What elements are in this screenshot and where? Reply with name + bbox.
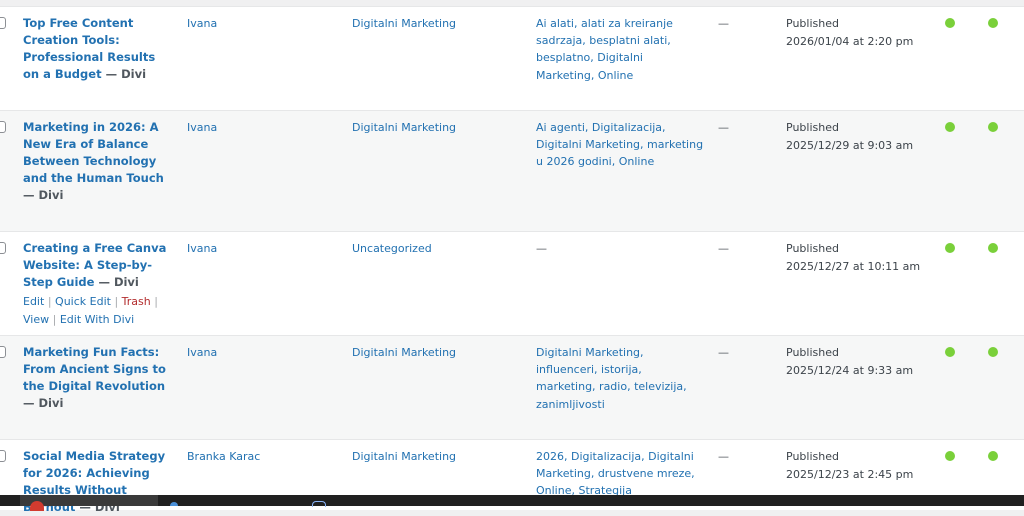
post-author-link[interactable]: Ivana: [187, 119, 337, 136]
seo-status-icon: [945, 122, 955, 132]
post-author-link[interactable]: Ivana: [187, 240, 337, 257]
post-date-value: 2025/12/29 at 9:03 am: [786, 138, 914, 152]
post-comments: —: [718, 121, 729, 134]
post-date: Published 2025/12/23 at 2:45 pm: [786, 448, 936, 483]
separator: |: [154, 295, 158, 308]
post-state: — Divi: [98, 275, 139, 289]
post-category-link[interactable]: Digitalni Marketing: [352, 448, 522, 465]
post-title-link[interactable]: Creating a Free Canva Website: A Step-by…: [23, 240, 175, 291]
quick-edit-link[interactable]: Quick Edit: [55, 295, 111, 308]
post-comments: —: [718, 17, 729, 30]
edit-with-divi-link[interactable]: Edit With Divi: [60, 313, 134, 326]
readability-status-icon: [988, 122, 998, 132]
post-status: Published: [786, 17, 839, 30]
separator: |: [52, 312, 57, 326]
post-date-value: 2026/01/04 at 2:20 pm: [786, 34, 914, 48]
readability-status-icon: [988, 451, 998, 461]
trash-link[interactable]: Trash: [122, 295, 151, 308]
app-icon[interactable]: [312, 501, 326, 507]
post-status: Published: [786, 346, 839, 359]
post-date: Published 2025/12/27 at 10:11 am: [786, 240, 936, 275]
post-status: Published: [786, 121, 839, 134]
post-tags[interactable]: Digitalni Marketing, influenceri, istori…: [536, 344, 704, 413]
row-checkbox[interactable]: [0, 121, 6, 133]
posts-table: Top Free Content Creation Tools: Profess…: [0, 6, 1024, 514]
row-checkbox[interactable]: [0, 346, 6, 358]
post-category-link[interactable]: Uncategorized: [352, 240, 522, 257]
post-state: — Divi: [105, 67, 147, 81]
post-date: Published 2026/01/04 at 2:20 pm: [786, 15, 936, 50]
browser-icon[interactable]: [30, 501, 44, 511]
seo-status-icon: [945, 347, 955, 357]
row-checkbox[interactable]: [0, 17, 6, 29]
post-status: Published: [786, 450, 839, 463]
view-link[interactable]: View: [23, 313, 49, 326]
seo-status-icon: [945, 243, 955, 253]
seo-status-icon: [945, 451, 955, 461]
post-state: — Divi: [23, 188, 64, 202]
post-comments: —: [718, 450, 729, 463]
separator: |: [114, 295, 119, 308]
post-date-value: 2025/12/23 at 2:45 pm: [786, 467, 914, 481]
edit-link[interactable]: Edit: [23, 295, 44, 308]
post-tags: —: [536, 242, 547, 255]
post-status: Published: [786, 242, 839, 255]
post-author-link[interactable]: Branka Karac: [187, 448, 337, 465]
post-title-link[interactable]: Top Free Content Creation Tools: Profess…: [23, 15, 175, 83]
post-category-link[interactable]: Digitalni Marketing: [352, 15, 522, 32]
table-row: Top Free Content Creation Tools: Profess…: [0, 6, 1024, 110]
table-row: Marketing in 2026: A New Era of Balance …: [0, 110, 1024, 231]
readability-status-icon: [988, 347, 998, 357]
post-category-link[interactable]: Digitalni Marketing: [352, 344, 522, 361]
post-category-link[interactable]: Digitalni Marketing: [352, 119, 522, 136]
post-author-link[interactable]: Ivana: [187, 344, 337, 361]
post-date-value: 2025/12/24 at 9:33 am: [786, 363, 914, 377]
seo-status-icon: [945, 18, 955, 28]
app-icon[interactable]: [170, 502, 178, 506]
post-date-value: 2025/12/27 at 10:11 am: [786, 259, 921, 273]
post-comments: —: [718, 346, 729, 359]
table-row: Creating a Free Canva Website: A Step-by…: [0, 231, 1024, 335]
row-checkbox[interactable]: [0, 242, 6, 254]
readability-status-icon: [988, 18, 998, 28]
post-author-link[interactable]: Ivana: [187, 15, 337, 32]
post-date: Published 2025/12/29 at 9:03 am: [786, 119, 936, 154]
os-taskbar: [0, 495, 1024, 511]
post-tags[interactable]: 2026, Digitalizacija, Digitalni Marketin…: [536, 448, 704, 500]
post-date: Published 2025/12/24 at 9:33 am: [786, 344, 936, 379]
readability-status-icon: [988, 243, 998, 253]
table-row: Marketing Fun Facts: From Ancient Signs …: [0, 335, 1024, 439]
row-checkbox[interactable]: [0, 450, 6, 462]
post-tags[interactable]: Ai alati, alati za kreiranje sadrzaja, b…: [536, 15, 704, 84]
post-state: — Divi: [23, 396, 64, 410]
post-title-link[interactable]: Marketing Fun Facts: From Ancient Signs …: [23, 344, 175, 412]
post-tags[interactable]: Ai agenti, Digitalizacija, Digitalni Mar…: [536, 119, 704, 171]
row-actions: Edit | Quick Edit | Trash | View | Edit …: [23, 293, 183, 328]
post-comments: —: [718, 242, 729, 255]
post-title-link[interactable]: Marketing in 2026: A New Era of Balance …: [23, 119, 175, 204]
separator: |: [47, 295, 52, 308]
